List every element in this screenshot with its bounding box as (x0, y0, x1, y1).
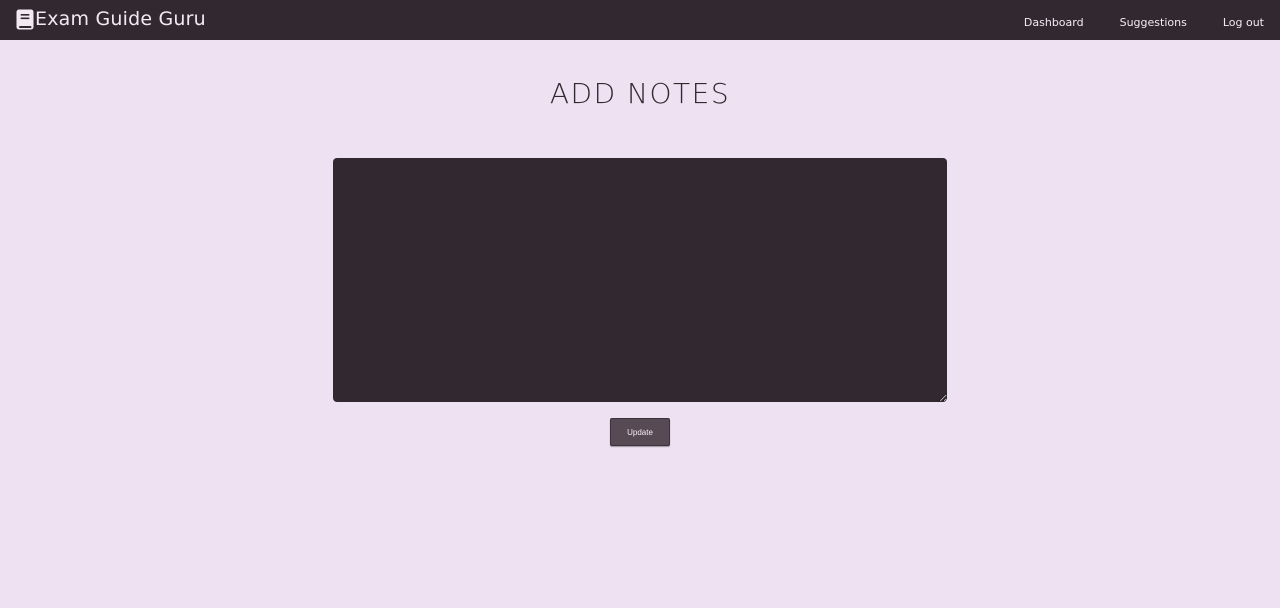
brand-title: Exam Guide Guru (35, 8, 206, 30)
page-title: ADD NOTES (549, 77, 731, 110)
nav-links: Dashboard Suggestions Log out (988, 0, 1280, 40)
notes-textarea[interactable] (333, 158, 947, 402)
nav-link-logout[interactable]: Log out (1223, 17, 1264, 28)
brand-link[interactable]: Exam Guide Guru (0, 0, 206, 40)
nav-link-suggestions[interactable]: Suggestions (1120, 17, 1187, 28)
book-icon (16, 9, 34, 30)
nav-link-dashboard[interactable]: Dashboard (1024, 17, 1084, 28)
update-button[interactable]: Update (610, 418, 670, 446)
navbar: Exam Guide Guru Dashboard Suggestions Lo… (0, 0, 1280, 40)
